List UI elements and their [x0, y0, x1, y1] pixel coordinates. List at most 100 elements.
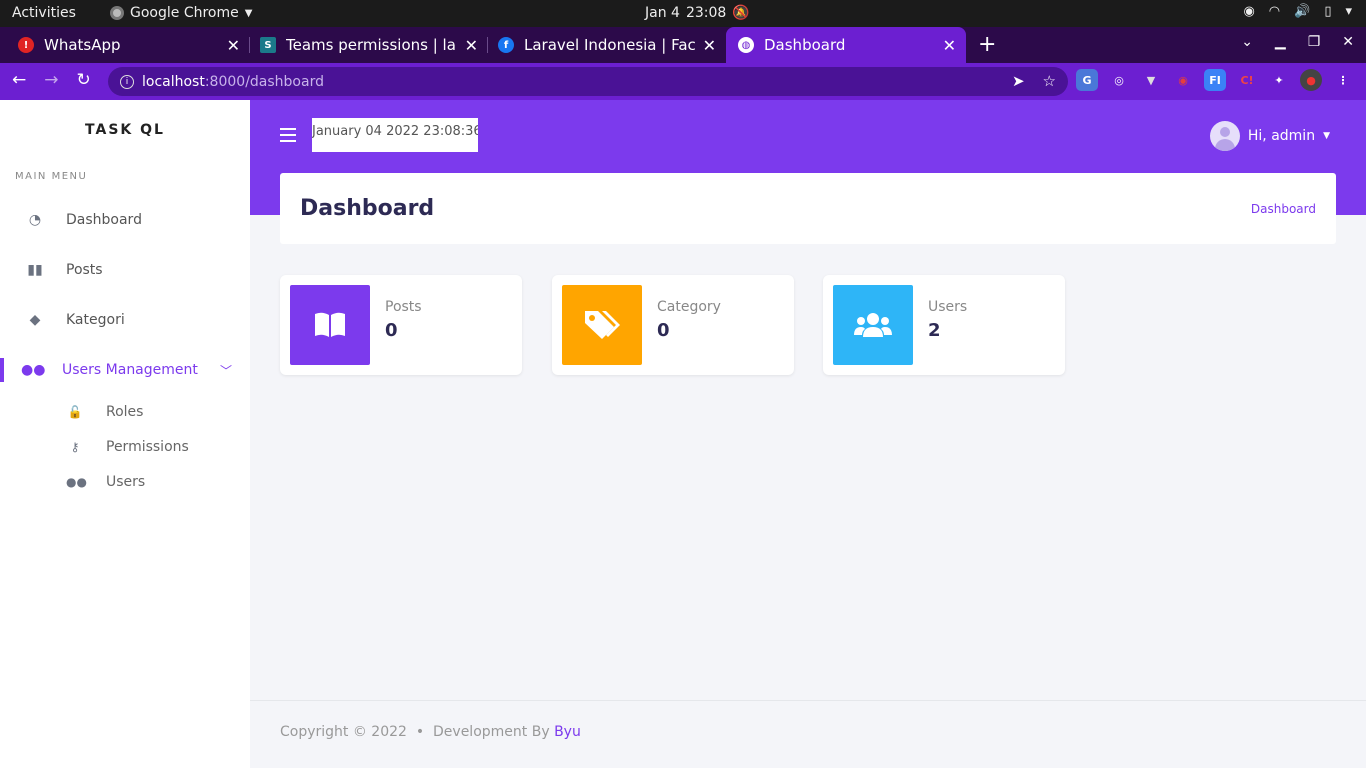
close-icon[interactable]: ✕ [227, 36, 240, 55]
stat-value: 2 [928, 320, 941, 341]
close-window-icon[interactable]: ✕ [1342, 34, 1354, 50]
stat-label: Posts [385, 299, 422, 315]
reload-icon[interactable]: ↻ [77, 70, 91, 90]
sidebar-item-posts[interactable]: ▮▮ Posts [0, 252, 250, 288]
chevron-down-icon: ﹀ [219, 363, 232, 378]
tab-dashboard[interactable]: ◍ Dashboard ✕ [726, 27, 966, 63]
power-menu-caret-icon: ▾ [1345, 4, 1352, 19]
current-datetime: January 04 2022 23:08:36 [312, 118, 478, 152]
address-bar[interactable]: i localhost:8000/dashboard ➤ ☆ [108, 67, 1068, 96]
google-translate-icon[interactable]: G [1076, 69, 1098, 91]
sidebar-item-users-management[interactable]: ●● Users Management ﹀ [0, 352, 250, 388]
eye-ext-icon[interactable]: ◉ [1172, 69, 1194, 91]
bookmark-star-icon[interactable]: ☆ [1043, 72, 1056, 90]
whatsapp-alert-icon: ! [18, 37, 34, 53]
sync-ext-icon[interactable]: ◎ [1108, 69, 1130, 91]
tab-search-icon[interactable]: ⌄ [1241, 34, 1253, 50]
stat-icon-box [562, 285, 642, 365]
more-menu-icon[interactable]: ⋮ [1332, 69, 1354, 91]
globe-icon: ◍ [738, 37, 754, 53]
stat-icon-box [290, 285, 370, 365]
facebook-icon: f [498, 37, 514, 53]
developer-label: Development By [433, 724, 550, 740]
profile-avatar-icon[interactable]: ● [1300, 69, 1322, 91]
sidebar-subitem-label: Roles [106, 404, 144, 420]
back-icon[interactable]: ← [12, 70, 26, 90]
minimize-icon[interactable]: ▁ [1275, 34, 1286, 50]
activities-button[interactable]: Activities [12, 5, 76, 21]
stat-value: 0 [657, 320, 670, 341]
users-icon [854, 313, 892, 337]
sidebar-item-label: Users Management [62, 362, 198, 378]
key-icon: ⚷ [70, 440, 80, 454]
gauge-icon: ◔ [28, 212, 42, 228]
stat-card-category: Category 0 [552, 275, 794, 375]
sidebar-item-kategori[interactable]: ◆ Kategori [0, 302, 250, 338]
c-ext-icon[interactable]: C! [1236, 69, 1258, 91]
footer-separator: • [415, 724, 425, 740]
footer: Copyright © 2022 • Development By Byu [250, 700, 1366, 768]
sidebar-subitem-users[interactable]: ●● Users [0, 467, 250, 497]
browser-toolbar: ← → ↻ i localhost:8000/dashboard ➤ ☆ G ◎… [0, 63, 1366, 100]
sidebar: TASK QL MAIN MENU ◔ Dashboard ▮▮ Posts ◆… [0, 100, 250, 768]
stat-label: Category [657, 299, 721, 315]
tab-laravel-indonesia[interactable]: f Laravel Indonesia | Facebo ✕ [488, 27, 726, 63]
unlock-icon: 🔓 [67, 405, 83, 419]
battery-icon: ▯ [1324, 4, 1332, 19]
stat-card-posts: Posts 0 [280, 275, 522, 375]
volume-icon: 🔊 [1294, 4, 1311, 19]
sidebar-item-label: Posts [66, 262, 103, 278]
close-icon[interactable]: ✕ [943, 36, 956, 55]
s-site-icon: S [260, 37, 276, 53]
copyright: Copyright © 2022 [280, 724, 407, 740]
stat-label: Users [928, 299, 968, 315]
discord-icon[interactable]: ◉ [1243, 4, 1254, 19]
tab-title: Laravel Indonesia | Facebo [524, 36, 695, 54]
system-top-bar: Activities Google Chrome ▼ Jan 4 23:08 🔕… [0, 0, 1366, 27]
vue-devtools-icon[interactable]: ▼ [1140, 69, 1162, 91]
tab-whatsapp[interactable]: ! WhatsApp ✕ [0, 27, 250, 63]
close-icon[interactable]: ✕ [703, 36, 716, 55]
send-icon[interactable]: ➤ [1012, 72, 1025, 90]
wifi-icon: ◠ [1268, 4, 1281, 19]
sidebar-item-dashboard[interactable]: ◔ Dashboard [0, 202, 250, 238]
author-link[interactable]: Byu [554, 724, 581, 740]
caret-down-icon: ▼ [244, 7, 253, 19]
clock-time: 23:08 [685, 5, 727, 21]
user-greeting: Hi, admin [1247, 128, 1316, 144]
book-open-icon [315, 312, 345, 337]
close-icon[interactable]: ✕ [465, 36, 478, 55]
tab-title: WhatsApp [44, 36, 121, 54]
sidebar-subitem-roles[interactable]: 🔓 Roles [0, 397, 250, 427]
clock-date: Jan 4 [645, 5, 680, 21]
brand-logo[interactable]: TASK QL [0, 122, 250, 138]
system-tray[interactable]: ◉ ◠ 🔊 ▯ ▾ [1243, 4, 1352, 19]
footer-text: Copyright © 2022 • Development By Byu [280, 724, 581, 740]
new-tab-button[interactable]: + [978, 32, 996, 57]
book-icon: ▮▮ [27, 262, 43, 278]
tab-title: Dashboard [764, 36, 846, 54]
app-menu[interactable]: Google Chrome ▼ [110, 5, 252, 21]
url-path: :8000/dashboard [204, 73, 324, 90]
maximize-icon[interactable]: ❐ [1308, 34, 1321, 50]
info-icon[interactable]: i [120, 74, 134, 89]
page-title: Dashboard [300, 196, 435, 221]
menu-header: MAIN MENU [15, 171, 88, 182]
clock[interactable]: Jan 4 23:08 🔕 [645, 5, 750, 21]
user-menu[interactable]: Hi, admin ▼ [1209, 121, 1330, 151]
url-host: localhost [142, 73, 205, 90]
users-icon: ●● [21, 362, 46, 378]
breadcrumb[interactable]: Dashboard [1251, 202, 1316, 216]
sidebar-item-label: Kategori [66, 312, 125, 328]
fi-ext-icon[interactable]: FI [1204, 69, 1226, 91]
tags-icon [585, 311, 620, 339]
sidebar-subitem-permissions[interactable]: ⚷ Permissions [0, 432, 250, 462]
app-name: Google Chrome [130, 5, 239, 21]
hamburger-menu-icon[interactable] [280, 128, 296, 142]
tab-teams-permissions[interactable]: S Teams permissions | larav ✕ [250, 27, 488, 63]
stat-card-users: Users 2 [823, 275, 1065, 375]
chrome-icon [110, 6, 124, 20]
extensions-puzzle-icon[interactable]: ✦ [1268, 69, 1290, 91]
forward-icon[interactable]: → [44, 70, 58, 90]
sidebar-item-label: Dashboard [66, 212, 142, 228]
